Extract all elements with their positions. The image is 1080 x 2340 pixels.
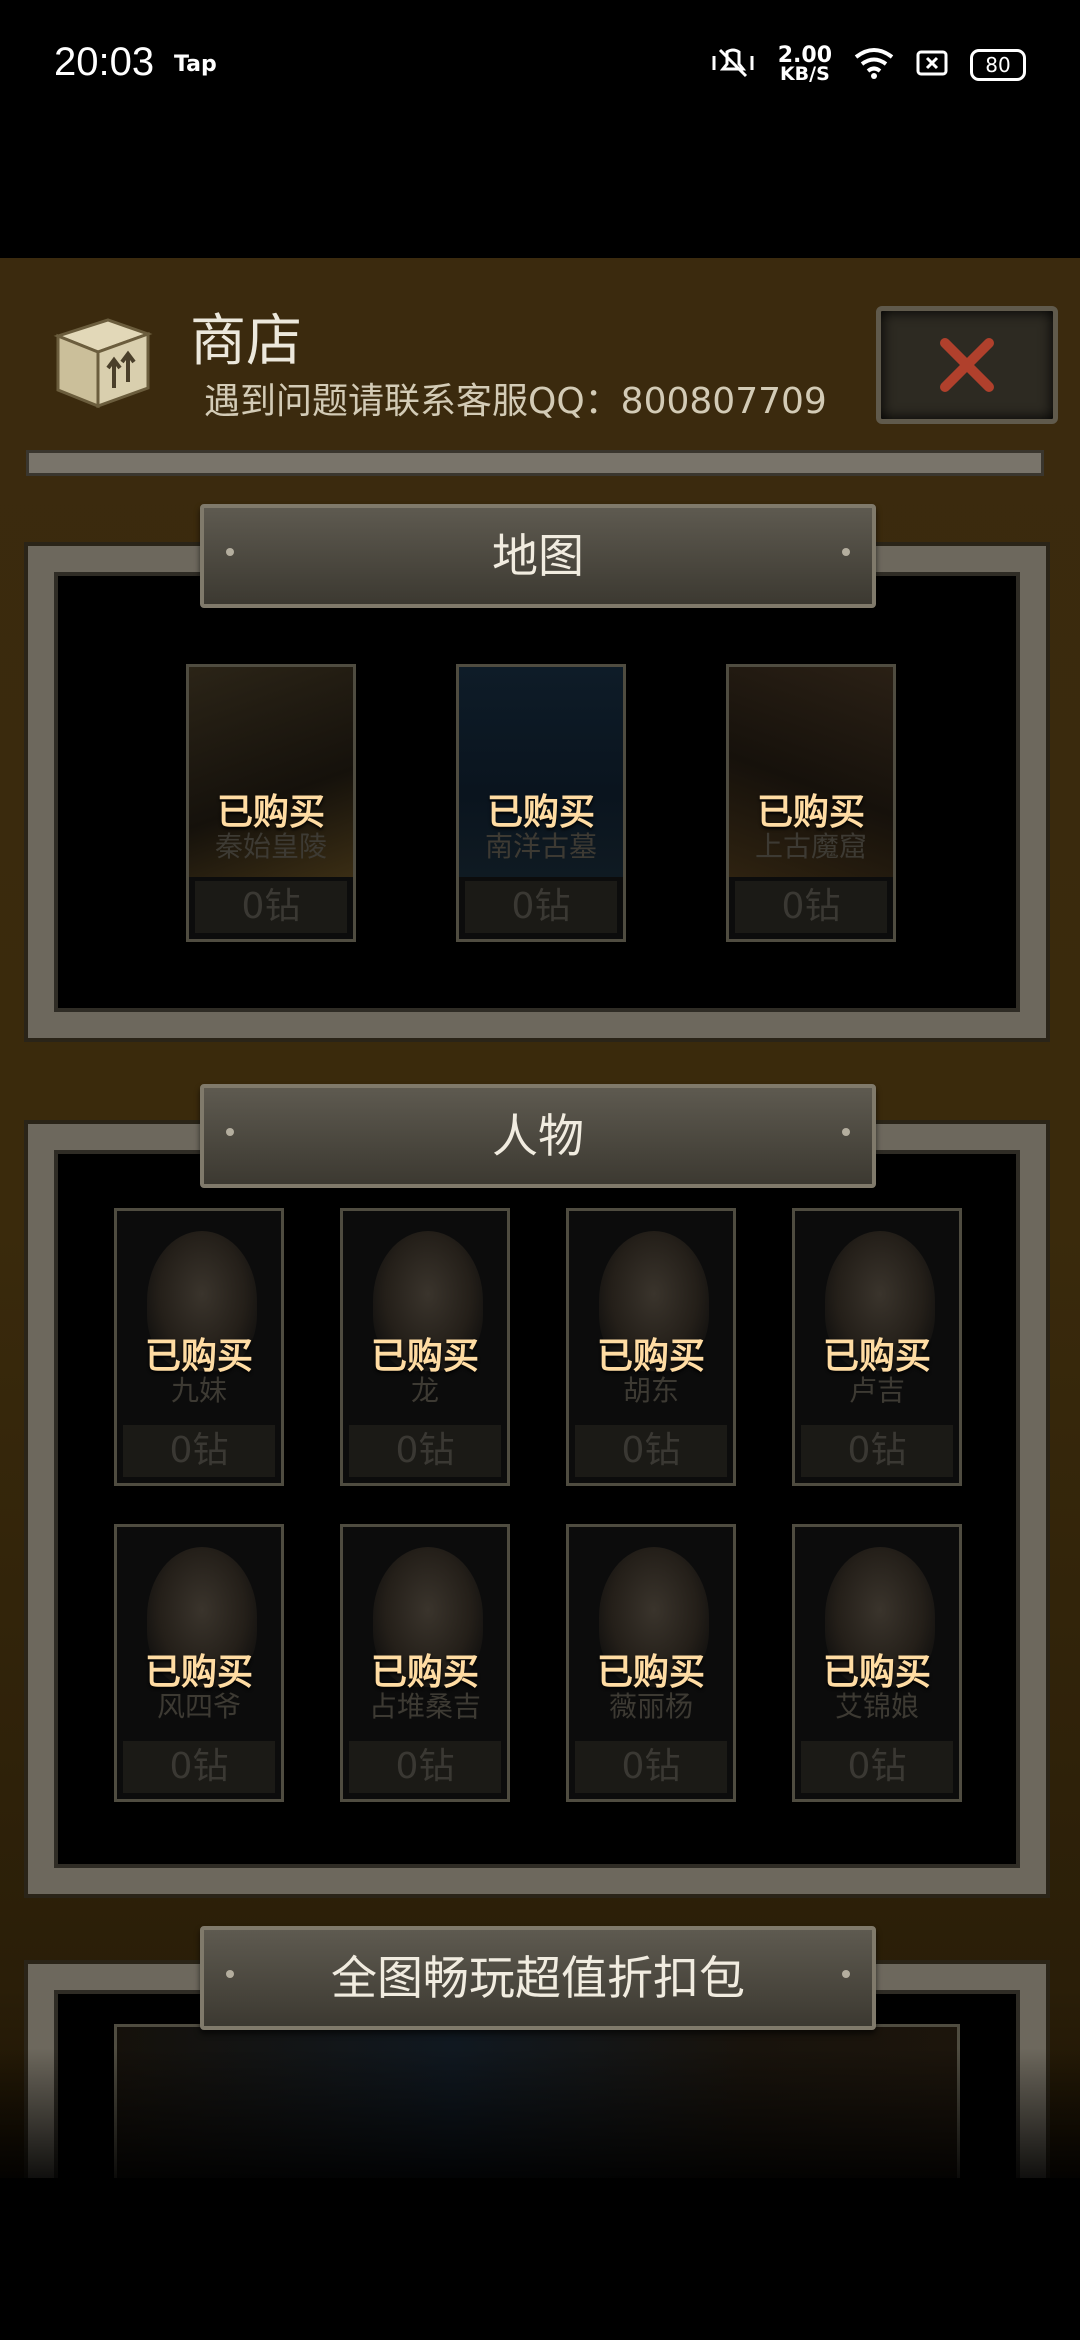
- shop-panel: 商店 遇到问题请联系客服QQ：800807709 秦始皇陵 已购买 0钻 南洋古…: [0, 258, 1080, 2178]
- item-price: 0钻: [575, 1425, 727, 1477]
- maps-section: 秦始皇陵 已购买 0钻 南洋古墓 已购买 0钻 上古魔窟 已购买 0钻: [28, 546, 1046, 1038]
- item-price: 0钻: [465, 881, 617, 933]
- map-card[interactable]: 上古魔窟 已购买 0钻: [726, 664, 896, 942]
- network-speed: 2.00 KB/S: [778, 45, 832, 85]
- section-title: 地图: [492, 529, 584, 583]
- rivet-decoration: [842, 548, 850, 556]
- item-price: 0钻: [195, 881, 347, 933]
- rivet-decoration: [226, 548, 234, 556]
- map-card[interactable]: 南洋古墓 已购买 0钻: [456, 664, 626, 942]
- purchased-label: 已购买: [822, 1336, 931, 1377]
- characters-section: 九妹 已购买 0钻 龙 已购买 0钻 胡东 已购买 0钻 卢吉 已购买 0钻 风…: [28, 1124, 1046, 1894]
- speed-unit: KB/S: [779, 63, 830, 85]
- map-card[interactable]: 秦始皇陵 已购买 0钻: [186, 664, 356, 942]
- character-card[interactable]: 卢吉 已购买 0钻: [792, 1208, 962, 1486]
- rivet-decoration: [842, 1128, 850, 1136]
- character-card[interactable]: 艾锦娘 已购买 0钻: [792, 1524, 962, 1802]
- status-app-label: Tap: [174, 52, 217, 77]
- item-price: 0钻: [349, 1425, 501, 1477]
- section-title: 全图畅玩超值折扣包: [331, 1951, 745, 2005]
- status-bar: 20:03 Tap 2.00 KB/S 80: [0, 0, 1080, 130]
- item-price: 0钻: [575, 1741, 727, 1793]
- purchased-label: 已购买: [144, 1336, 253, 1377]
- bundle-card[interactable]: [114, 2024, 960, 2178]
- character-card[interactable]: 胡东 已购买 0钻: [566, 1208, 736, 1486]
- rivet-decoration: [226, 1970, 234, 1978]
- sim-icon: [916, 50, 948, 80]
- item-price: 0钻: [801, 1741, 953, 1793]
- rivet-decoration: [226, 1128, 234, 1136]
- support-contact: 遇到问题请联系客服QQ：800807709: [204, 381, 827, 422]
- purchased-label: 已购买: [370, 1336, 479, 1377]
- purchased-label: 已购买: [822, 1652, 931, 1693]
- close-icon: [940, 338, 994, 392]
- character-card[interactable]: 占堆桑吉 已购买 0钻: [340, 1524, 510, 1802]
- purchased-label: 已购买: [370, 1652, 479, 1693]
- item-price: 0钻: [801, 1425, 953, 1477]
- item-price: 0钻: [735, 881, 887, 933]
- item-price: 0钻: [123, 1741, 275, 1793]
- purchased-label: 已购买: [144, 1652, 253, 1693]
- purchased-label: 已购买: [216, 792, 325, 833]
- character-card[interactable]: 薇丽杨 已购买 0钻: [566, 1524, 736, 1802]
- wifi-icon: [854, 47, 894, 83]
- character-card[interactable]: 风四爷 已购买 0钻: [114, 1524, 284, 1802]
- section-banner-characters: 人物: [200, 1084, 876, 1188]
- section-title: 人物: [492, 1109, 584, 1163]
- status-time: 20:03: [54, 40, 155, 84]
- character-card[interactable]: 龙 已购买 0钻: [340, 1208, 510, 1486]
- purchased-label: 已购买: [486, 792, 595, 833]
- purchased-label: 已购买: [756, 792, 865, 833]
- close-button[interactable]: [876, 306, 1058, 424]
- item-price: 0钻: [349, 1741, 501, 1793]
- section-banner-bundle: 全图畅玩超值折扣包: [200, 1926, 876, 2030]
- bundle-art: [117, 2027, 957, 2178]
- item-price: 0钻: [123, 1425, 275, 1477]
- mute-icon: [710, 46, 756, 84]
- package-box-icon: [48, 306, 158, 416]
- purchased-label: 已购买: [596, 1652, 705, 1693]
- header-divider: [26, 450, 1044, 476]
- rivet-decoration: [842, 1970, 850, 1978]
- section-banner-maps: 地图: [200, 504, 876, 608]
- character-card[interactable]: 九妹 已购买 0钻: [114, 1208, 284, 1486]
- battery-indicator: 80: [970, 49, 1026, 81]
- shop-title: 商店: [190, 309, 302, 374]
- status-icons: 2.00 KB/S 80: [710, 45, 1026, 85]
- purchased-label: 已购买: [596, 1336, 705, 1377]
